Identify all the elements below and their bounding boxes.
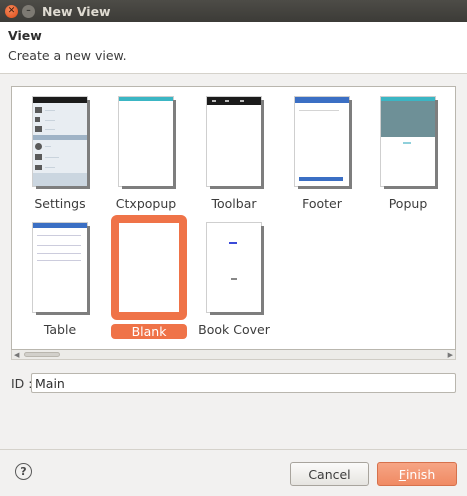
finish-label-rest: inish (405, 466, 436, 482)
template-label-blank[interactable]: Blank (111, 324, 187, 339)
template-label: Toolbar (211, 196, 257, 211)
template-item-toolbar[interactable]: Toolbar (194, 89, 274, 211)
view-template-gallery: Settings Ctxpopup Toolbar Footer Popup T… (11, 86, 456, 350)
ctxpopup-thumbnail (119, 97, 173, 186)
id-label: ID : (11, 376, 33, 391)
window-title: New View (42, 4, 111, 19)
template-item-footer[interactable]: Footer (282, 89, 362, 211)
scroll-left-arrow-icon[interactable]: ◀ (14, 351, 19, 359)
template-item-ctxpopup[interactable]: Ctxpopup (106, 89, 186, 211)
template-label: Popup (388, 196, 428, 211)
close-window-icon[interactable]: ✕ (5, 5, 18, 18)
window-titlebar: ✕ – New View (0, 0, 467, 22)
finish-button[interactable]: Finish (377, 462, 457, 486)
table-thumbnail (33, 223, 87, 312)
id-input[interactable] (31, 373, 456, 393)
template-label: Book Cover (198, 322, 270, 337)
footer-separator (0, 449, 467, 450)
footer-thumbnail (295, 97, 349, 186)
template-label: Table (43, 322, 77, 337)
template-item-popup[interactable]: Popup (368, 89, 448, 211)
template-item-settings[interactable]: Settings (20, 89, 100, 211)
popup-thumbnail (381, 97, 435, 186)
template-label: Settings (34, 196, 86, 211)
page-title: View (8, 28, 42, 43)
scroll-right-arrow-icon[interactable]: ▶ (448, 351, 453, 359)
finish-mnemonic: F (398, 466, 406, 482)
gallery-horizontal-scrollbar[interactable]: ◀ ▶ (11, 350, 456, 360)
template-item-book-cover[interactable]: Book Cover (194, 215, 274, 337)
template-item-blank[interactable] (111, 215, 187, 320)
template-label: Ctxpopup (115, 196, 177, 211)
help-icon[interactable]: ? (15, 463, 32, 480)
scrollbar-thumb[interactable] (24, 352, 60, 357)
template-item-table[interactable]: Table (20, 215, 100, 337)
page-subtitle: Create a new view. (8, 48, 127, 63)
cancel-button[interactable]: Cancel (290, 462, 369, 486)
dialog-header: View Create a new view. (0, 22, 467, 74)
book-cover-thumbnail (207, 223, 261, 312)
toolbar-thumbnail (207, 97, 261, 186)
template-label: Footer (302, 196, 342, 211)
minimize-window-icon[interactable]: – (22, 5, 35, 18)
settings-thumbnail (33, 97, 87, 186)
